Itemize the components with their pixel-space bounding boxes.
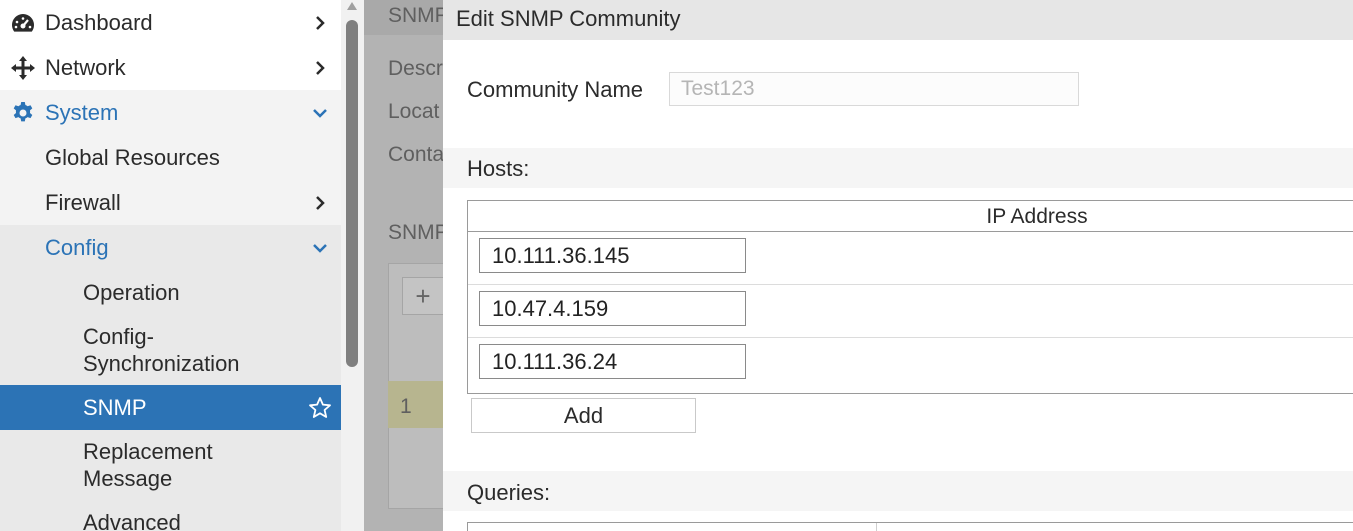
sidebar-item-label: Replacement [83,439,213,464]
sidebar-item-label-line2: Synchronization [83,351,240,376]
sidebar-item-label: Advanced [83,509,181,531]
hosts-table: IP Address 10.111.36.145 10.47.4.159 10.… [467,200,1353,394]
add-host-button[interactable]: Add [471,398,696,433]
config-submenu: Operation Config- Synchronization SNMP R… [0,270,341,531]
background-section-title: SNMP [388,221,449,244]
sidebar-nav: Dashboard Network System Global Resource… [0,0,341,531]
sidebar-item-label: Firewall [45,189,121,215]
dialog-title: Edit SNMP Community [443,0,1353,40]
chevron-right-icon [313,15,327,30]
background-row-index: 1 [400,395,412,418]
sidebar-item-label-line2: Message [83,466,173,491]
sidebar-item-replacement-message[interactable]: Replacement Message [0,430,341,500]
sidebar-item-global-resources[interactable]: Global Resources [0,135,341,180]
sidebar-item-label: Operation [83,279,180,305]
sidebar-item-label: SNMP [83,394,147,420]
background-table-row [388,381,448,428]
community-name-input[interactable]: Test123 [669,72,1079,106]
sidebar-item-config[interactable]: Config [0,225,341,270]
sidebar-item-advanced[interactable]: Advanced [0,500,341,531]
background-description-label: Descr [388,57,443,80]
host-ip-input[interactable]: 10.111.36.24 [479,344,746,379]
background-contact-label: Conta [388,143,445,166]
chevron-right-icon [313,60,327,75]
ip-address-column-header: IP Address [468,201,1353,232]
sidebar-item-label: Dashboard [45,9,153,35]
chevron-right-icon [313,195,327,210]
scrollbar-thumb[interactable] [346,20,358,367]
table-row: 10.47.4.159 [468,285,1353,338]
sidebar-item-system[interactable]: System [0,90,341,135]
sidebar-item-label: Config- [83,324,154,349]
hosts-label: Hosts: [467,156,530,181]
sidebar-item-label: Global Resources [45,144,220,170]
star-icon[interactable] [308,396,332,420]
background-header-text: SNMP [388,4,449,27]
column-divider [876,523,877,531]
community-name-label: Community Name [467,77,644,102]
sidebar-item-dashboard[interactable]: Dashboard [0,0,341,45]
scroll-up-arrow-icon[interactable] [347,2,357,10]
sidebar-item-label: System [45,99,119,125]
sidebar-item-label: Config [45,234,109,260]
dashboard-icon [0,12,45,34]
edit-snmp-community-dialog: Edit SNMP Community Community Name Test1… [443,0,1353,531]
sidebar-item-operation[interactable]: Operation [0,270,341,315]
queries-table [467,522,1353,531]
table-row: 10.111.36.24 [468,338,1353,391]
chevron-down-icon [313,241,327,255]
sidebar-item-network[interactable]: Network [0,45,341,90]
move-arrows-icon [0,55,45,81]
gear-icon [0,101,45,125]
background-create-button: + [402,277,444,315]
queries-label: Queries: [467,480,551,505]
sidebar-item-snmp[interactable]: SNMP [0,385,341,430]
host-ip-input[interactable]: 10.111.36.145 [479,238,746,273]
sidebar-item-label: Network [45,54,126,80]
sidebar-item-firewall[interactable]: Firewall [0,180,341,225]
host-ip-input[interactable]: 10.47.4.159 [479,291,746,326]
background-location-label: Locat [388,100,440,123]
sidebar-item-config-synchronization[interactable]: Config- Synchronization [0,315,341,385]
chevron-down-icon [313,106,327,120]
table-row: 10.111.36.145 [468,232,1353,285]
sidebar-scrollbar[interactable] [341,0,364,531]
